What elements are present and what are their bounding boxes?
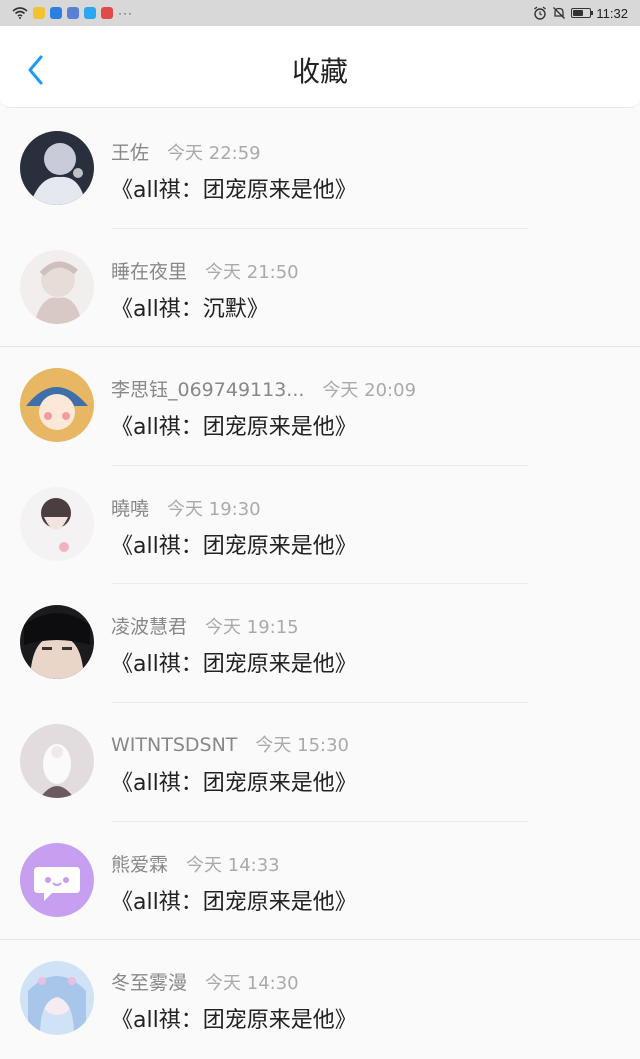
username: 睡在夜里	[111, 260, 188, 283]
collected-title: 《all祺：团宠原来是他》	[111, 652, 357, 678]
list-item[interactable]: WITNTSDSNT 今天 15:30 《all祺：团宠原来是他》	[0, 703, 640, 822]
alarm-icon	[534, 6, 547, 20]
timestamp: 今天 14:30	[205, 973, 299, 995]
page-title: 收藏	[291, 55, 348, 88]
list-item[interactable]: 熊爱霖 今天 14:33 《all祺：团宠原来是他》	[0, 822, 640, 941]
list-item[interactable]: 曉嘵 今天 19:30 《all祺：团宠原来是他》	[0, 466, 640, 585]
battery-icon	[571, 8, 594, 18]
timestamp: 今天 14:33	[186, 854, 280, 876]
collected-title: 《all祺：团宠原来是他》	[111, 178, 357, 203]
item-meta: 李思钰_069749113... 今天 20:09	[111, 375, 416, 402]
username: 曉嘵	[111, 497, 150, 520]
avatar[interactable]	[20, 486, 94, 561]
item-meta: WITNTSDSNT 今天 15:30	[111, 731, 349, 757]
status-right: 11:32	[533, 6, 628, 21]
username: 王佐	[111, 142, 150, 164]
status-time: 11:32	[596, 5, 628, 21]
timestamp: 今天 19:30	[167, 498, 261, 520]
list-item[interactable]: 王佐 今天 22:59 《all祺：团宠原来是他》	[0, 110, 640, 229]
username: 冬至雾漫	[111, 972, 188, 995]
avatar[interactable]	[20, 842, 94, 917]
collected-title: 《all祺：团宠原来是他》	[111, 533, 357, 559]
collected-title: 《all祺：沉默》	[111, 296, 269, 322]
username: WITNTSDSNT	[111, 733, 238, 756]
item-meta: 冬至雾漫 今天 14:30	[111, 968, 299, 995]
app-notification-icon	[101, 7, 113, 19]
status-bar: ··· 11:32	[0, 0, 640, 26]
collected-title: 《all祺：团宠原来是他》	[111, 770, 357, 796]
collected-title: 《all祺：团宠原来是他》	[111, 1008, 357, 1034]
more-notifications-icon: ···	[118, 6, 133, 20]
favorites-list: 王佐 今天 22:59 《all祺：团宠原来是他》 睡在夜里 今天 21:50 …	[0, 110, 640, 1059]
timestamp: 今天 20:09	[322, 380, 417, 402]
item-meta: 熊爱霖 今天 14:33	[111, 850, 280, 877]
list-item[interactable]: 冬至雾漫 今天 14:30 《all祺：团宠原来是他》	[0, 940, 640, 1059]
collected-title: 《all祺：团宠原来是他》	[111, 889, 357, 915]
username: 凌波慧君	[111, 616, 188, 639]
avatar[interactable]	[20, 605, 94, 680]
collected-title: 《all祺：团宠原来是他》	[111, 415, 357, 441]
avatar[interactable]	[20, 723, 94, 798]
item-meta: 睡在夜里 今天 21:50	[111, 257, 299, 284]
list-item[interactable]: 睡在夜里 今天 21:50 《all祺：沉默》	[0, 229, 640, 348]
timestamp: 今天 19:15	[205, 617, 299, 639]
app-notification-icon	[33, 7, 45, 19]
wifi-icon	[12, 7, 28, 19]
app-notification-icon	[50, 7, 62, 19]
avatar[interactable]	[20, 961, 94, 1036]
navigation-bar: 收藏	[0, 26, 640, 108]
timestamp: 今天 15:30	[255, 734, 349, 756]
list-item[interactable]: 李思钰_069749113... 今天 20:09 《all祺：团宠原来是他》	[0, 347, 640, 466]
avatar[interactable]	[20, 131, 94, 205]
app-notification-icon	[84, 7, 96, 19]
item-meta: 凌波慧君 今天 19:15	[111, 612, 299, 639]
username: 李思钰_069749113...	[111, 379, 305, 402]
timestamp: 今天 21:50	[205, 261, 299, 283]
avatar[interactable]	[20, 249, 94, 324]
status-left: ···	[12, 6, 133, 20]
avatar[interactable]	[20, 368, 94, 443]
item-meta: 王佐 今天 22:59	[111, 138, 261, 165]
app-notification-icon	[67, 7, 79, 19]
username: 熊爱霖	[111, 853, 169, 876]
list-item[interactable]: 凌波慧君 今天 19:15 《all祺：团宠原来是他》	[0, 584, 640, 703]
timestamp: 今天 22:59	[167, 143, 261, 164]
mute-bell-icon	[553, 7, 566, 19]
item-meta: 曉嘵 今天 19:30	[111, 494, 261, 521]
